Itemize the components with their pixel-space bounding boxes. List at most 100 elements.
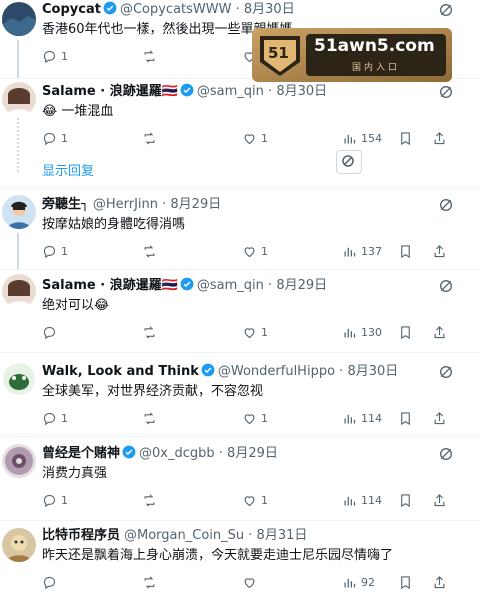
tweet-actions: 1 1 114 (42, 490, 462, 510)
share-button[interactable] (432, 128, 447, 148)
share-button[interactable] (432, 322, 447, 342)
bookmark-button[interactable] (398, 322, 413, 342)
bookmark-button[interactable] (398, 572, 413, 592)
bookmark-button[interactable] (398, 408, 413, 428)
show-replies-link[interactable]: 显示回复 (42, 160, 94, 179)
author-handle[interactable]: @0x_dcgbb (139, 446, 215, 461)
tweet-header: Walk, Look and Think @WonderfulHippo · 8月… (42, 362, 398, 382)
views-icon (344, 414, 356, 423)
avatar[interactable] (2, 2, 36, 36)
views-button[interactable]: 137 (342, 241, 382, 261)
reply-button[interactable]: 1 (42, 241, 68, 261)
author-name[interactable]: 比特币程序员 (42, 528, 120, 543)
retweet-button[interactable] (142, 241, 157, 261)
retweet-button[interactable] (142, 128, 157, 148)
retweet-button[interactable] (142, 46, 157, 66)
reply-icon (43, 50, 56, 63)
share-button[interactable] (432, 408, 447, 428)
grok-icon[interactable] (438, 2, 454, 18)
avatar[interactable] (2, 528, 36, 562)
thread-line (17, 233, 19, 269)
reply-button[interactable]: 1 (42, 408, 68, 428)
grok-icon[interactable] (438, 197, 454, 213)
view-count: 92 (361, 575, 375, 589)
tweet-date[interactable]: 8月29日 (227, 446, 278, 461)
bookmark-button[interactable] (398, 128, 413, 148)
tweet[interactable]: Salame · 浪跡暹羅🇹🇭 @sam_qin · 8月29日 绝对可以😂 1 … (0, 268, 480, 353)
avatar[interactable] (2, 82, 36, 116)
like-button[interactable]: 1 (242, 241, 268, 261)
reply-button[interactable]: 1 (42, 490, 68, 510)
hidden-content-button[interactable] (336, 150, 362, 174)
like-button[interactable]: 1 (242, 322, 268, 342)
avatar[interactable] (2, 444, 36, 478)
grok-icon[interactable] (438, 84, 454, 100)
author-handle[interactable]: @HerrJinn (93, 197, 158, 212)
like-count: 1 (261, 411, 268, 425)
grok-icon[interactable] (438, 278, 454, 294)
like-button[interactable]: 1 (242, 408, 268, 428)
like-button[interactable] (242, 572, 257, 592)
tweet[interactable]: 曾经是个赌神 @0x_dcgbb · 8月29日 消费力真强 1 1 114 (0, 436, 480, 521)
author-handle[interactable]: @WonderfulHippo (218, 364, 335, 379)
author-handle[interactable]: @sam_qin (197, 84, 264, 99)
retweet-button[interactable] (142, 490, 157, 510)
retweet-icon (144, 244, 155, 258)
heart-icon (244, 577, 255, 588)
retweet-button[interactable] (142, 572, 157, 592)
views-button[interactable]: 130 (342, 322, 382, 342)
author-handle[interactable]: @Morgan_Coin_Su (124, 528, 244, 543)
author-name[interactable]: Copycat (42, 2, 101, 17)
avatar[interactable] (2, 195, 36, 229)
grok-icon[interactable] (438, 364, 454, 380)
like-button[interactable]: 1 (242, 490, 268, 510)
tweet-date[interactable]: 8月29日 (170, 197, 221, 212)
reply-count: 1 (61, 244, 68, 258)
author-name[interactable]: 旁聽生┐ (42, 197, 89, 212)
grok-icon[interactable] (438, 446, 454, 462)
reply-button[interactable]: 1 (42, 128, 68, 148)
author-handle[interactable]: @CopycatsWWW (120, 2, 232, 17)
tweet[interactable]: 比特币程序员 @Morgan_Coin_Su · 8月31日 昨天还是飘着海上身心… (0, 520, 480, 592)
bookmark-button[interactable] (398, 241, 413, 261)
avatar[interactable] (2, 362, 36, 396)
share-button[interactable] (432, 572, 447, 592)
author-name[interactable]: Salame · 浪跡暹羅🇹🇭 (42, 84, 178, 99)
avatar[interactable] (2, 274, 36, 308)
retweet-button[interactable] (142, 322, 157, 342)
share-icon (434, 244, 445, 257)
tweet-date[interactable]: 8月30日 (347, 364, 398, 379)
views-button[interactable]: 154 (342, 128, 382, 148)
tweet-date[interactable]: 8月29日 (276, 278, 327, 293)
author-name[interactable]: Salame · 浪跡暹羅🇹🇭 (42, 278, 178, 293)
tweet-date[interactable]: 8月30日 (276, 84, 327, 99)
retweet-button[interactable] (142, 408, 157, 428)
tweet[interactable]: Walk, Look and Think @WonderfulHippo · 8月… (0, 352, 480, 437)
views-icon (344, 578, 356, 587)
tweet[interactable]: Salame · 浪跡暹羅🇹🇭 @sam_qin · 8月30日 😂 一堆混血 1… (0, 78, 480, 179)
views-button[interactable]: 114 (342, 490, 382, 510)
reply-icon (43, 494, 56, 507)
author-name[interactable]: Walk, Look and Think (42, 364, 199, 379)
views-button[interactable]: 114 (342, 408, 382, 428)
share-button[interactable] (432, 241, 447, 261)
verified-icon (180, 277, 194, 291)
author-name[interactable]: 曾经是个赌神 (42, 446, 120, 461)
reply-button[interactable] (42, 572, 57, 592)
tweet-date[interactable]: 8月31日 (257, 528, 308, 543)
like-button[interactable]: 1 (242, 128, 268, 148)
bookmark-button[interactable] (398, 490, 413, 510)
tweet-date[interactable]: 8月30日 (244, 2, 295, 17)
reply-button[interactable]: 1 (42, 46, 68, 66)
watermark-site: 51awn5.com (314, 36, 435, 56)
watermark-logo: 51 (268, 44, 289, 62)
reply-button[interactable] (42, 322, 57, 342)
author-handle[interactable]: @sam_qin (197, 278, 264, 293)
tweet[interactable]: 旁聽生┐ @HerrJinn · 8月29日 按摩姑娘的身體吃得消嗎 1 1 13… (0, 188, 480, 270)
tweet-text: 全球美军，对世界经济贡献，不容忽视 (42, 384, 264, 399)
verified-icon (122, 445, 136, 459)
views-icon (344, 134, 356, 143)
share-button[interactable] (432, 490, 447, 510)
views-button[interactable]: 92 (342, 572, 375, 592)
block-icon (342, 155, 354, 167)
